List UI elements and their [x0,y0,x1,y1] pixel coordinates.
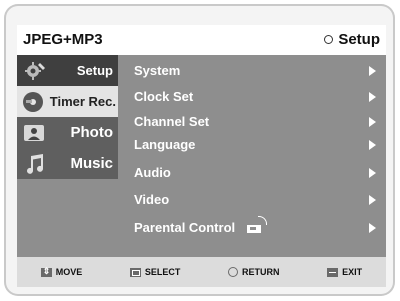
menu-item-system[interactable]: System [134,63,378,83]
arrow-right-icon [369,66,376,76]
arrow-right-icon [369,92,376,102]
arrow-right-icon [369,140,376,150]
header-right-label: Setup [338,31,380,48]
footer-move-label: MOVE [55,267,83,277]
menu-item-label: Channel Set [134,114,210,129]
menu-item-label: Clock Set [134,89,194,104]
sidebar-item-setup[interactable]: Setup [17,55,118,86]
arrow-right-icon [369,117,376,127]
menu-item-label: Video [134,192,170,207]
arrow-right-icon [369,223,376,233]
photo-icon [24,125,44,141]
footer-exit-label: EXIT [342,267,363,277]
music-icon [27,154,43,174]
setup-menu-window: JPEG+MP3 Setup Setup Timer Rec. Photo Mu… [17,25,386,287]
footer-move: MOVE [40,266,83,277]
footer-exit: EXIT [327,267,362,277]
footer-select: SELECT [129,267,181,277]
disc-icon [23,92,43,112]
sidebar-item-label: Music [70,155,113,172]
exit-icon [327,267,339,277]
footer-select-label: SELECT [144,267,181,277]
menu-item-label: Parental Control [134,220,236,235]
circle-icon [324,35,334,44]
lock-icon [246,216,267,233]
menu-item-parental-control[interactable]: Parental Control [134,216,378,240]
sidebar-item-music[interactable]: Music [17,148,118,179]
header-title: JPEG+MP3 [23,31,103,48]
return-icon [228,267,239,277]
header-bar: JPEG+MP3 Setup [17,25,386,55]
menu-item-label: Language [134,137,196,152]
menu-item-label: Audio [134,165,171,180]
sidebar-item-label: Timer Rec. [49,94,116,109]
arrow-right-icon [369,195,376,205]
menu-item-clock-set[interactable]: Clock Set [134,89,378,109]
menu-item-language[interactable]: Language [134,137,378,157]
sidebar-item-label: Photo [70,124,114,141]
sidebar-item-label: Setup [76,63,113,78]
menu-item-audio[interactable]: Audio [134,165,378,185]
arrow-right-icon [369,168,376,178]
setup-menu-list: System Clock Set Channel Set Language Au… [118,55,386,257]
footer-help-bar: MOVE SELECT RETURN EXIT [17,257,386,287]
menu-item-video[interactable]: Video [134,192,378,212]
updown-arrows-icon [40,266,52,277]
menu-item-channel-set[interactable]: Channel Set [134,114,378,134]
header-setup-indicator: Setup [324,31,380,48]
gear-icon [25,62,45,80]
footer-return-label: RETURN [242,267,280,277]
enter-icon [129,267,141,277]
sidebar-item-timer-rec[interactable]: Timer Rec. [17,86,118,117]
sidebar: Setup Timer Rec. Photo Music [17,55,118,257]
menu-item-label: System [134,63,181,78]
sidebar-item-photo[interactable]: Photo [17,117,118,148]
footer-return: RETURN [228,267,280,277]
